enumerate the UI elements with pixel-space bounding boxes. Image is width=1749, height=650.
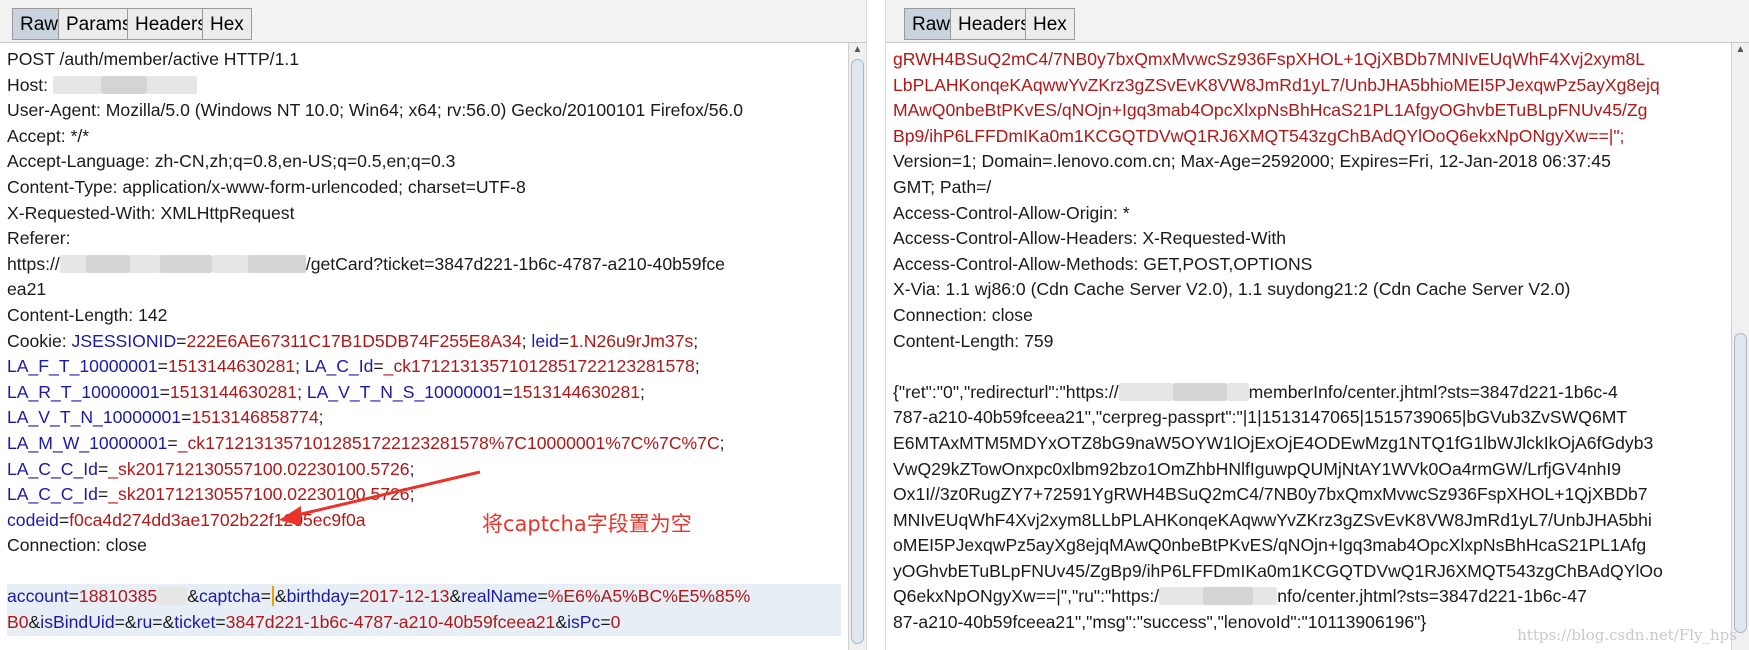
- redacted-block: [1253, 587, 1278, 606]
- redacted-block: [1118, 382, 1173, 401]
- connection-header: Connection: close: [893, 304, 1033, 325]
- response-body-line-6: MNIvEUqWhF4Xvj2xym8LLbPLAHKonqeKAqwwYvZK…: [893, 509, 1652, 530]
- referer-value: https:///getCard?ticket=3847d221-1b6c-47…: [7, 253, 725, 274]
- referer-wrap: ea21: [7, 279, 47, 300]
- response-body-line-1: {"ret":"0","redirecturl":"https://member…: [893, 381, 1618, 402]
- scroll-up-icon[interactable]: ▲: [1732, 43, 1749, 57]
- redacted-block: [100, 75, 147, 94]
- version-line: Version=1; Domain=.lenovo.com.cn; Max-Ag…: [893, 151, 1611, 172]
- cookie-line-1: Cookie: JSESSIONID=222E6AE67311C17B1D5DB…: [7, 330, 699, 351]
- response-body-line-5: Ox1I//3z0RugZY7+72591YgRWH4BSuQ2mC4/7NB0…: [893, 484, 1648, 505]
- response-editor[interactable]: gRWH4BSuQ2mC4/7NB0y7bxQmxMvwcSz936FspXHO…: [886, 43, 1731, 650]
- set-cookie-line-2: LbPLAHKonqeKAqwwYvZKrz3gZSvEvK8VW8JmRd1y…: [893, 74, 1660, 95]
- acam-header: Access-Control-Allow-Methods: GET,POST,O…: [893, 253, 1313, 274]
- set-cookie-line-1: gRWH4BSuQ2mC4/7NB0y7bxQmxMvwcSz936FspXHO…: [893, 49, 1646, 69]
- acah-header: Access-Control-Allow-Headers: X-Requeste…: [893, 228, 1287, 249]
- text-cursor: [271, 586, 274, 607]
- response-body-line-9: Q6ekxNpONgyXw==|","ru":"https:/nfo/cente…: [893, 586, 1587, 607]
- request-scrollbar[interactable]: ▲: [848, 43, 866, 650]
- acao-header: Access-Control-Allow-Origin: *: [893, 202, 1130, 223]
- x-requested-with-header: X-Requested-With: XMLHttpRequest: [7, 202, 295, 223]
- redacted-block: [157, 587, 188, 606]
- cookie-line-3: LA_R_T_10000001=1513144630281; LA_V_T_N_…: [7, 381, 645, 402]
- request-body-line-2: B0&isBindUid=&ru=&ticket=3847d221-1b6c-4…: [7, 610, 841, 636]
- request-editor[interactable]: POST /auth/member/active HTTP/1.1 Host: …: [0, 43, 848, 650]
- redacted-block: [52, 75, 101, 94]
- request-pane: Raw Params Headers Hex POST /auth/member…: [0, 0, 866, 650]
- request-line: POST /auth/member/active HTTP/1.1: [7, 49, 300, 69]
- annotation-arrow: [279, 470, 481, 526]
- scroll-thumb[interactable]: [1734, 333, 1747, 633]
- request-tabbar: Raw Params Headers Hex: [0, 0, 866, 43]
- x-via-header: X-Via: 1.1 wj86:0 (Cdn Cache Server V2.0…: [893, 279, 1571, 300]
- response-tabbar: Raw Headers Hex: [886, 0, 1749, 43]
- redacted-block: [1172, 382, 1227, 401]
- cookie-line-5: LA_M_W_10000001=_ck171213135710128517221…: [7, 432, 725, 453]
- redacted-block: [1226, 382, 1249, 401]
- response-body-line-7: oMEI5PJexqwPz5ayXg8ejqMAwQ0nbeBtPKvES/qN…: [893, 535, 1647, 556]
- redacted-block: [146, 75, 197, 94]
- redacted-block: [1159, 587, 1204, 606]
- response-body-line-3: E6MTAxMTM5MDYxOTZ8bG9naW5OYW1lOjExOjE4OD…: [893, 432, 1654, 453]
- redacted-block: [1203, 587, 1254, 606]
- watermark: https://blog.csdn.net/Fly_hps: [1517, 626, 1737, 644]
- response-scrollbar[interactable]: ▲: [1731, 43, 1749, 650]
- accept-language-header: Accept-Language: zh-CN,zh;q=0.8,en-US;q=…: [7, 151, 456, 172]
- response-body-line-4: VwQ29kZTowOnxpc0xlbm92bzo1OmZhbHNlfIguwp…: [893, 458, 1622, 479]
- cookie-line-2: LA_F_T_10000001=1513144630281; LA_C_Id=_…: [7, 356, 700, 377]
- tab-hex[interactable]: Hex: [1025, 8, 1075, 40]
- pane-splitter[interactable]: [866, 0, 886, 650]
- scroll-up-icon[interactable]: ▲: [849, 43, 866, 57]
- redacted-block: [159, 254, 212, 273]
- redacted-block: [211, 254, 248, 273]
- set-cookie-line-4: Bp9/ihP6LFFDmIKa0m1KCGQTDVwQ1RJ6XMQT543z…: [893, 125, 1625, 146]
- set-cookie-line-3: MAwQ0nbeBtPKvES/qNOjn+Igq3mab4OpcXlxpNsB…: [893, 100, 1648, 121]
- referer-label: Referer:: [7, 228, 71, 249]
- connection-header: Connection: close: [7, 535, 147, 556]
- response-body-line-2: 787-a210-40b59fceea21","cerpreg-passprt"…: [893, 407, 1628, 428]
- scroll-thumb[interactable]: [851, 59, 864, 644]
- redacted-block: [85, 254, 130, 273]
- content-length-header: Content-Length: 759: [893, 330, 1054, 351]
- redacted-block: [247, 254, 306, 273]
- redacted-block: [59, 254, 86, 273]
- tab-hex[interactable]: Hex: [202, 8, 252, 40]
- response-pane: Raw Headers Hex gRWH4BSuQ2mC4/7NB0y7bxQm…: [886, 0, 1749, 650]
- host-header: Host:: [7, 73, 841, 99]
- response-body-line-8: yOGhvbETuBLpFNUv45/ZgBp9/ihP6LFFDmIKa0m1…: [893, 560, 1663, 581]
- content-type-header: Content-Type: application/x-www-form-url…: [7, 176, 526, 197]
- redacted-block: [129, 254, 160, 273]
- annotation-text: 将captcha字段置为空: [482, 512, 692, 536]
- accept-header: Accept: */*: [7, 125, 90, 146]
- content-length-header: Content-Length: 142: [7, 304, 168, 325]
- gmt-line: GMT; Path=/: [893, 176, 992, 197]
- user-agent-header: User-Agent: Mozilla/5.0 (Windows NT 10.0…: [7, 100, 744, 121]
- cookie-line-4: LA_V_T_N_10000001=1513146858774;: [7, 407, 324, 428]
- request-body-line-1: account=18810385 &captcha= &birthday=2017-…: [7, 584, 841, 611]
